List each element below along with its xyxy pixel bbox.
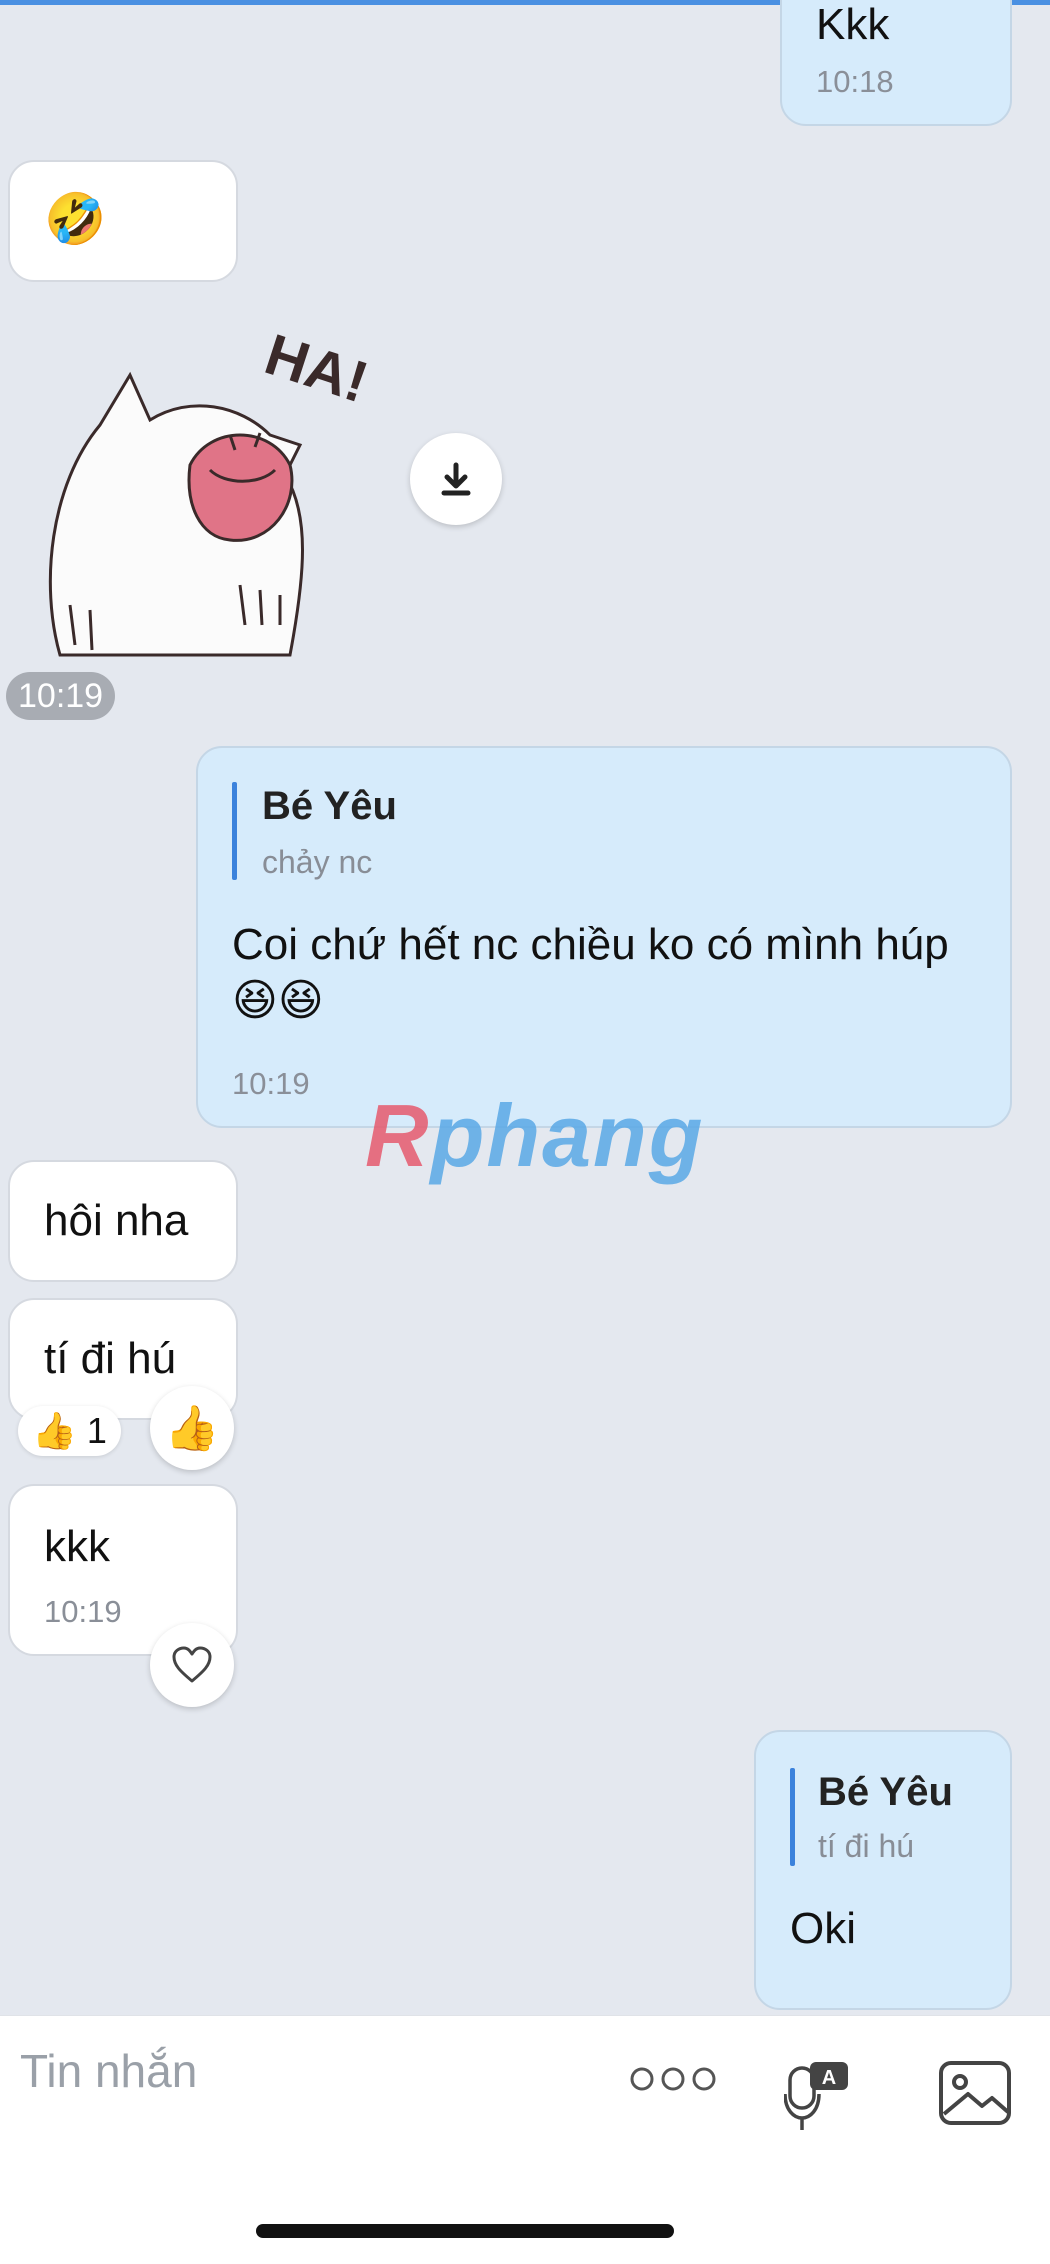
reaction-summary[interactable]: 👍 1 — [18, 1406, 121, 1456]
message-time: 10:18 — [816, 64, 894, 99]
voice-to-text-button[interactable]: A — [783, 2060, 850, 2134]
image-icon — [939, 2061, 1011, 2125]
download-icon — [441, 462, 471, 496]
message-text: kkk — [44, 1522, 110, 1571]
quote-text: chảy nc — [262, 844, 373, 880]
quote-sender: Bé Yêu — [818, 1770, 953, 1814]
message-bubble-outgoing[interactable]: Bé Yêu tí đi hú Oki — [754, 1730, 1012, 2010]
gallery-button[interactable] — [938, 2060, 1012, 2126]
quote-bar — [232, 782, 237, 880]
microphone-text-icon: A — [783, 2062, 848, 2130]
quote-sender: Bé Yêu — [262, 784, 397, 828]
react-like-button[interactable] — [150, 1623, 234, 1707]
message-emoji: 😆😆 — [232, 976, 324, 1025]
svg-text:A: A — [822, 2067, 836, 2089]
message-bubble-outgoing[interactable]: Bé Yêu chảy nc Coi chứ hết nc chiều ko c… — [196, 746, 1012, 1128]
message-time: 10:19 — [232, 1066, 310, 1101]
message-text: Kkk — [816, 0, 890, 49]
message-bubble-outgoing[interactable]: Kkk 10:18 — [780, 0, 1012, 126]
message-bubble-incoming[interactable]: 🤣 — [8, 160, 238, 282]
home-indicator — [256, 2224, 674, 2238]
message-text: Oki — [790, 1904, 856, 1953]
message-bubble-incoming[interactable]: hôi nha — [8, 1160, 238, 1282]
watermark-logo: Rphang — [365, 1086, 705, 1185]
more-options-button[interactable] — [628, 2056, 718, 2102]
thumbs-up-icon: 👍 — [32, 1410, 77, 1451]
message-input[interactable]: Tin nhắn — [20, 2044, 197, 2098]
sticker-time: 10:19 — [6, 672, 116, 720]
reaction-count: 1 — [86, 1410, 107, 1451]
react-button[interactable]: 👍 — [150, 1386, 234, 1470]
quote-bar — [790, 1768, 795, 1866]
message-text: Coi chứ hết nc chiều ko có mình húp — [232, 920, 949, 969]
message-text: tí đi hú — [44, 1334, 177, 1383]
more-dots-icon — [630, 2067, 716, 2091]
sticker-cat-laughing[interactable]: HA! — [40, 322, 376, 665]
thumbs-up-icon: 👍 — [164, 1404, 220, 1453]
message-text: hôi nha — [44, 1196, 189, 1245]
message-time: 10:19 — [44, 1594, 122, 1629]
quote-text: tí đi hú — [818, 1828, 915, 1864]
heart-icon — [172, 1646, 212, 1683]
emoji-message: 🤣 — [44, 191, 107, 247]
download-sticker-button[interactable] — [410, 433, 502, 525]
